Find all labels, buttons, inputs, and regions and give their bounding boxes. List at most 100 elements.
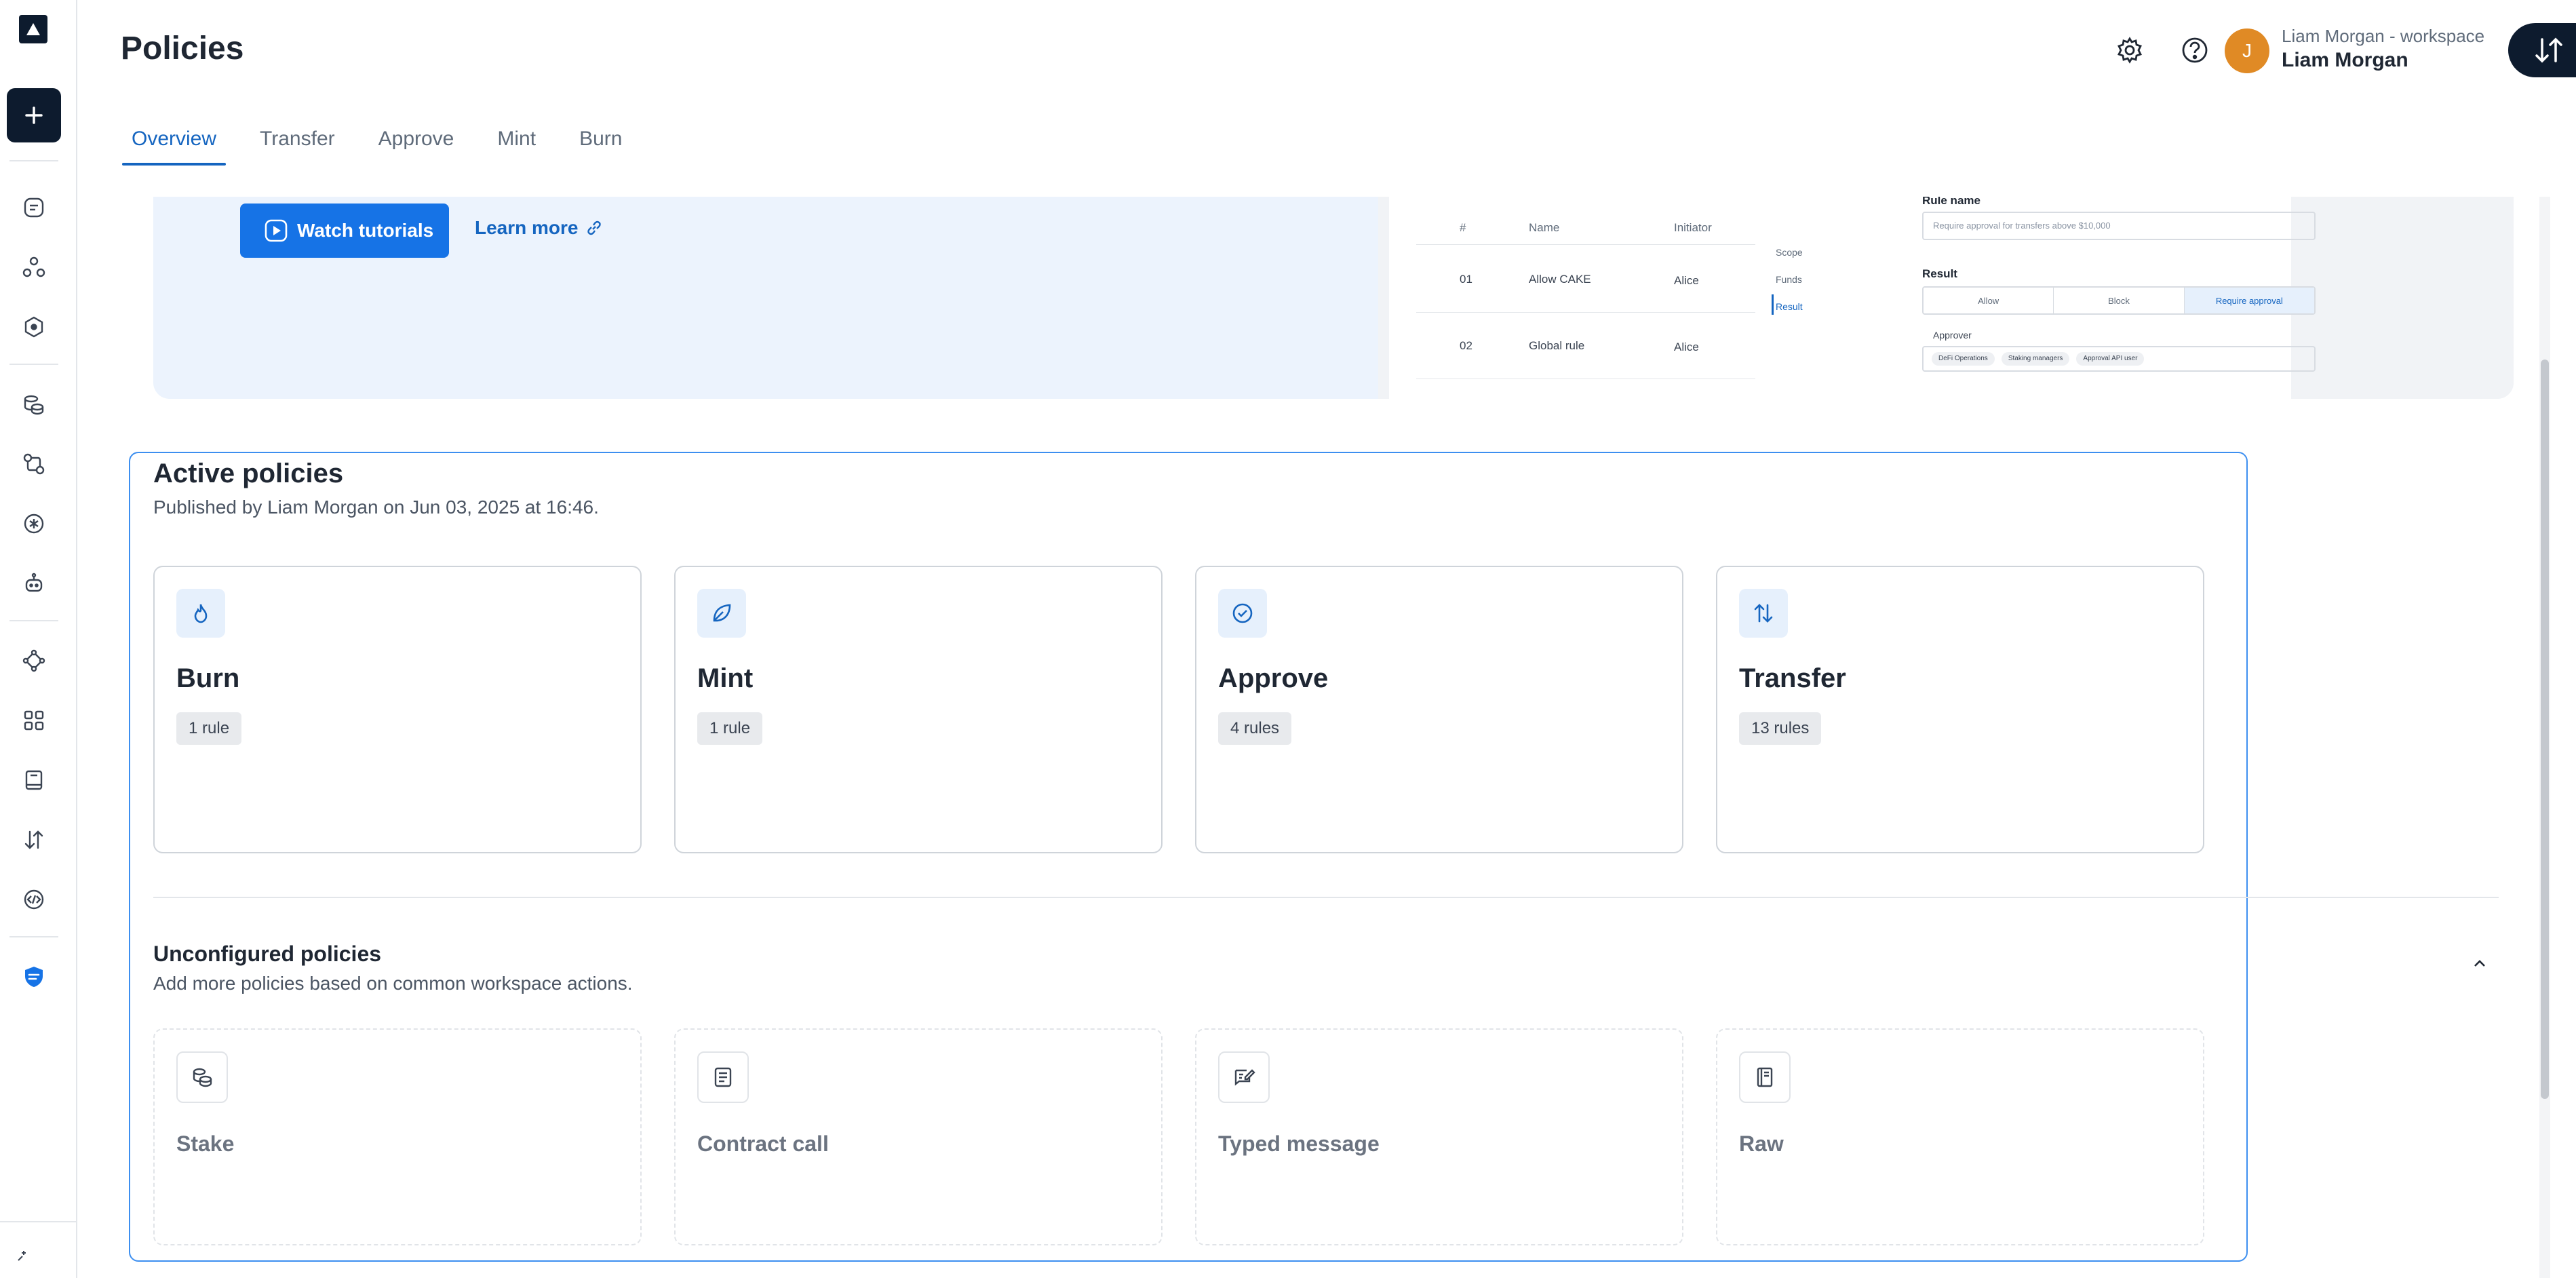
learn-more-label: Learn more (475, 217, 579, 238)
preview-nav-indicator (1772, 294, 1774, 315)
settings-button[interactable] (2112, 33, 2147, 68)
preview-approver-chips: DeFi Operations Staking managers Approva… (1922, 346, 2316, 372)
unconfigured-card-name: Stake (176, 1131, 235, 1156)
collapse-button[interactable] (2466, 950, 2493, 977)
unconfigured-policies-title: Unconfigured policies (153, 942, 382, 966)
link-icon (587, 220, 601, 235)
sidebar-policies-shield-icon[interactable] (19, 962, 49, 992)
policies-overview: Watch tutorials Learn more # Name Initia… (121, 197, 2526, 1278)
policy-card-approve[interactable]: Approve 4 rules (1195, 566, 1683, 853)
workspace-label[interactable]: Liam Morgan - workspace (2282, 26, 2484, 47)
sidebar-apps-icon[interactable] (19, 705, 49, 735)
check-circle-icon (1218, 589, 1267, 638)
preview-col-num: # (1460, 221, 1466, 234)
help-button[interactable] (2177, 33, 2212, 68)
policy-card-name: Approve (1218, 663, 1329, 693)
preview-col-initiator: Initiator (1674, 221, 1712, 234)
rule-count-badge: 1 rule (176, 712, 242, 745)
sidebar-connections-icon[interactable] (19, 646, 49, 676)
preview-approver-label: Approver (1933, 330, 1972, 341)
active-policies-subtitle: Published by Liam Morgan on Jun 03, 2025… (153, 497, 599, 518)
arrows-up-down-icon (1739, 589, 1788, 638)
unconfigured-policies-subtitle: Add more policies based on common worksp… (153, 973, 633, 994)
preview-nav-funds: Funds (1776, 274, 1802, 285)
coins-icon (176, 1051, 228, 1103)
scrollbar-thumb[interactable] (2541, 360, 2549, 1099)
preview-approver-chip: Approval API user (2076, 352, 2145, 366)
preview-row-initiator: Alice (1674, 274, 1699, 287)
learn-more-link[interactable]: Learn more (475, 217, 603, 239)
preview-approver-chip: Staking managers (2001, 352, 2070, 366)
preview-rule-name-label: Rule name (1922, 197, 1980, 207)
sidebar-code-icon[interactable] (19, 885, 49, 914)
preview-row-num: 02 (1460, 339, 1472, 352)
policy-tabs: Overview Transfer Approve Mint Burn (121, 122, 665, 166)
flame-icon (176, 589, 225, 638)
play-icon (265, 219, 288, 242)
create-new-button[interactable] (7, 88, 61, 142)
page-header: Policies J Liam Morgan - workspace Liam … (77, 0, 2576, 197)
gear-icon (2118, 37, 2142, 64)
preview-row-name: Global rule (1529, 339, 1585, 352)
unconfigured-card-typed-message[interactable]: Typed message (1195, 1028, 1683, 1245)
unconfigured-card-name: Raw (1739, 1131, 1784, 1156)
preview-col-name: Name (1529, 221, 1560, 234)
unconfigured-card-stake[interactable]: Stake (153, 1028, 642, 1245)
active-policies-title: Active policies (153, 459, 344, 488)
unconfigured-card-name: Typed message (1218, 1131, 1380, 1156)
tab-mint[interactable]: Mint (497, 122, 536, 166)
watch-tutorials-button[interactable]: Watch tutorials (240, 204, 449, 258)
sidebar-collapse-icon[interactable] (14, 1245, 35, 1267)
policy-card-transfer[interactable]: Transfer 13 rules (1716, 566, 2204, 853)
app-logo[interactable] (19, 15, 47, 43)
user-avatar[interactable]: J (2225, 28, 2269, 73)
rule-count-badge: 13 rules (1739, 712, 1822, 745)
sidebar-coins-icon[interactable] (19, 389, 49, 419)
preview-result-selector: Allow Block Require approval (1922, 286, 2316, 315)
sidebar-swap-icon[interactable] (19, 449, 49, 479)
tab-approve[interactable]: Approve (378, 122, 454, 166)
sidebar-book-icon[interactable] (19, 765, 49, 795)
preview-row-initiator: Alice (1674, 341, 1699, 353)
tab-burn[interactable]: Burn (579, 122, 622, 166)
policy-card-name: Mint (697, 663, 754, 693)
sidebar-divider (9, 364, 58, 365)
tab-overview[interactable]: Overview (121, 122, 227, 166)
sidebar-footer-divider (0, 1221, 77, 1222)
sidebar-transfer-icon[interactable] (19, 825, 49, 855)
rule-count-badge: 1 rule (697, 712, 763, 745)
unconfigured-card-raw[interactable]: Raw (1716, 1028, 2204, 1245)
preview-rule-panel: Scope Funds Result Rule name Require app… (1755, 197, 2316, 399)
sidebar-divider (9, 936, 58, 937)
quick-transfer-button[interactable] (2508, 23, 2576, 77)
rule-count-badge: 4 rules (1218, 712, 1292, 745)
page-title: Policies (121, 31, 244, 66)
policy-card-mint[interactable]: Mint 1 rule (674, 566, 1163, 853)
sidebar-network-icon[interactable] (19, 252, 49, 282)
sidebar-robot-icon[interactable] (19, 568, 49, 598)
section-divider (153, 897, 2499, 898)
policy-editor-preview-image: # Name Initiator 01 Allow CAKE Alice 02 … (1378, 197, 2514, 399)
chevron-up-icon (2474, 960, 2485, 967)
leaf-icon (697, 589, 746, 638)
sidebar-hexagon-icon[interactable] (19, 312, 49, 342)
preview-option-allow: Allow (1924, 288, 2054, 313)
policy-card-burn[interactable]: Burn 1 rule (153, 566, 642, 853)
message-edit-icon (1218, 1051, 1270, 1103)
sidebar-asterisk-icon[interactable] (19, 509, 49, 539)
tutorial-banner: Watch tutorials Learn more # Name Initia… (153, 197, 2514, 399)
transfer-arrows-icon (2535, 37, 2562, 63)
preview-option-block: Block (2054, 288, 2185, 313)
book-icon (1739, 1051, 1791, 1103)
sidebar-divider (9, 620, 58, 621)
contract-icon (697, 1051, 749, 1103)
policy-card-name: Transfer (1739, 663, 1846, 693)
preview-divider (1416, 312, 1755, 313)
preview-nav-scope: Scope (1776, 247, 1803, 258)
preview-nav-result: Result (1776, 301, 1803, 312)
unconfigured-card-contract-call[interactable]: Contract call (674, 1028, 1163, 1245)
unconfigured-card-name: Contract call (697, 1131, 829, 1156)
user-name[interactable]: Liam Morgan (2282, 49, 2408, 72)
tab-transfer[interactable]: Transfer (260, 122, 335, 166)
sidebar-dashboard-icon[interactable] (19, 193, 49, 222)
